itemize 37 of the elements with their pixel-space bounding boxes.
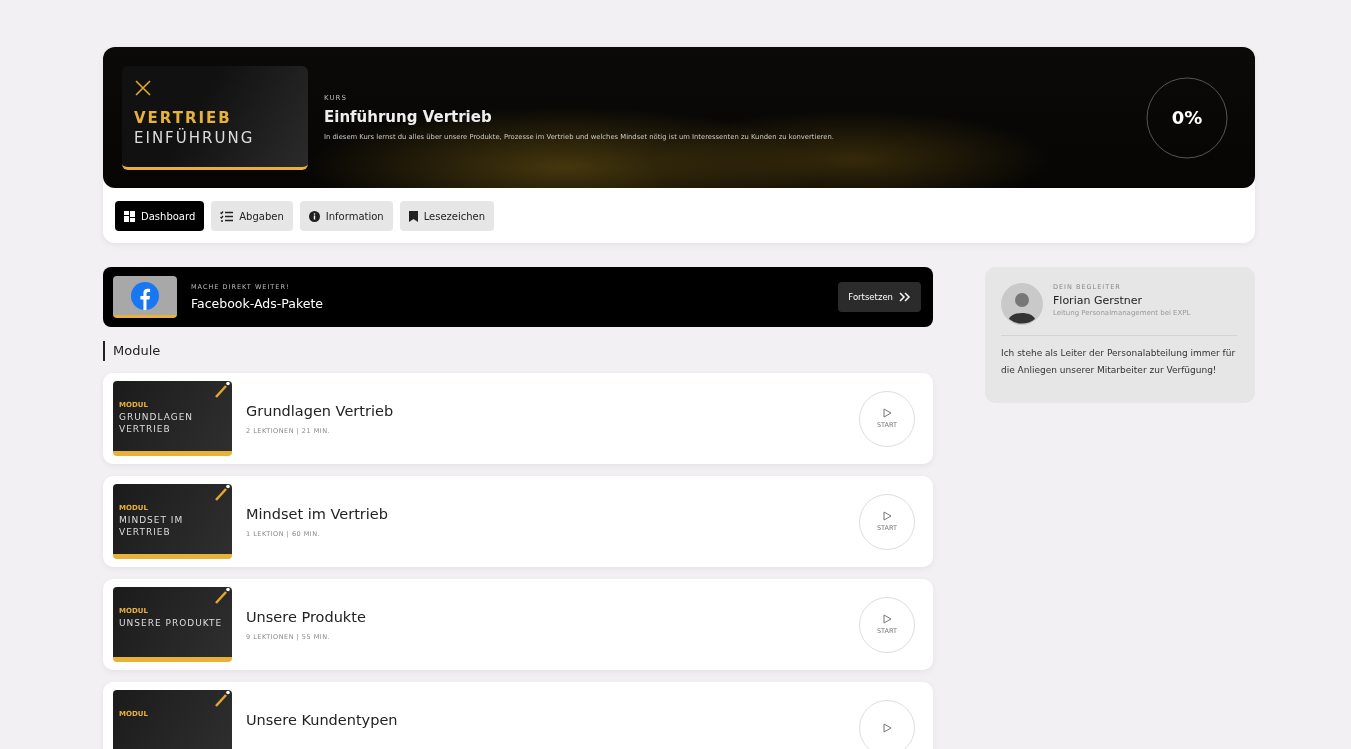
play-icon — [882, 722, 892, 733]
module-title: Unsere Kundentypen — [246, 711, 399, 729]
module-title: Unsere Produkte — [246, 608, 367, 626]
info-icon — [308, 210, 320, 222]
tab[interactable]: Dashboard — [115, 201, 205, 231]
companion-name: Florian Gerstner — [1053, 294, 1144, 307]
pencil-icon — [214, 587, 230, 605]
avatar-silhouette — [1001, 283, 1043, 325]
continue-button[interactable]: Fortsetzen — [838, 282, 921, 312]
play-icon — [882, 408, 892, 418]
module-title: Mindset im Vertrieb — [246, 505, 389, 523]
pencil-icon — [214, 690, 230, 708]
bookmark-icon — [408, 210, 418, 222]
facebook-icon — [131, 281, 159, 310]
thumbnail-title: VERTRIEB — [134, 108, 233, 127]
section-heading: Module — [103, 341, 933, 361]
progress-reading: 0% — [1171, 107, 1203, 128]
cross-icon — [134, 78, 152, 97]
course-title: Einführung Vertrieb — [324, 108, 493, 126]
thumbnail-subtitle: EINFÜHRUNG — [134, 128, 256, 147]
pencil-icon — [214, 381, 230, 399]
tab[interactable]: Information — [299, 201, 393, 231]
thumbnail-title: GRUNDLAGEN VERTRIEB — [119, 411, 195, 435]
start-button[interactable] — [859, 699, 915, 749]
play-icon — [882, 511, 892, 521]
tab[interactable]: Abgaben — [211, 201, 293, 231]
checklist-icon — [220, 210, 234, 222]
module-title: Grundlagen Vertrieb — [246, 402, 395, 420]
double-chevron-icon — [899, 292, 911, 302]
thumbnail-title: UNSERE PRODUKTE — [119, 617, 224, 629]
thumbnail-title: MINDSET IM VERTRIEB — [119, 514, 185, 538]
lesson-title: Facebook-Ads-Pakete — [191, 296, 324, 311]
dashboard-icon — [124, 210, 135, 222]
tab[interactable]: Lesezeichen — [399, 201, 495, 231]
pencil-icon — [214, 484, 230, 502]
play-icon — [882, 614, 892, 624]
companion-text: Ich stehe als Leiter der Personalabteilung immer für die Anliegen unserer Mitarbeiter zur Verfügung! — [1001, 347, 1237, 377]
